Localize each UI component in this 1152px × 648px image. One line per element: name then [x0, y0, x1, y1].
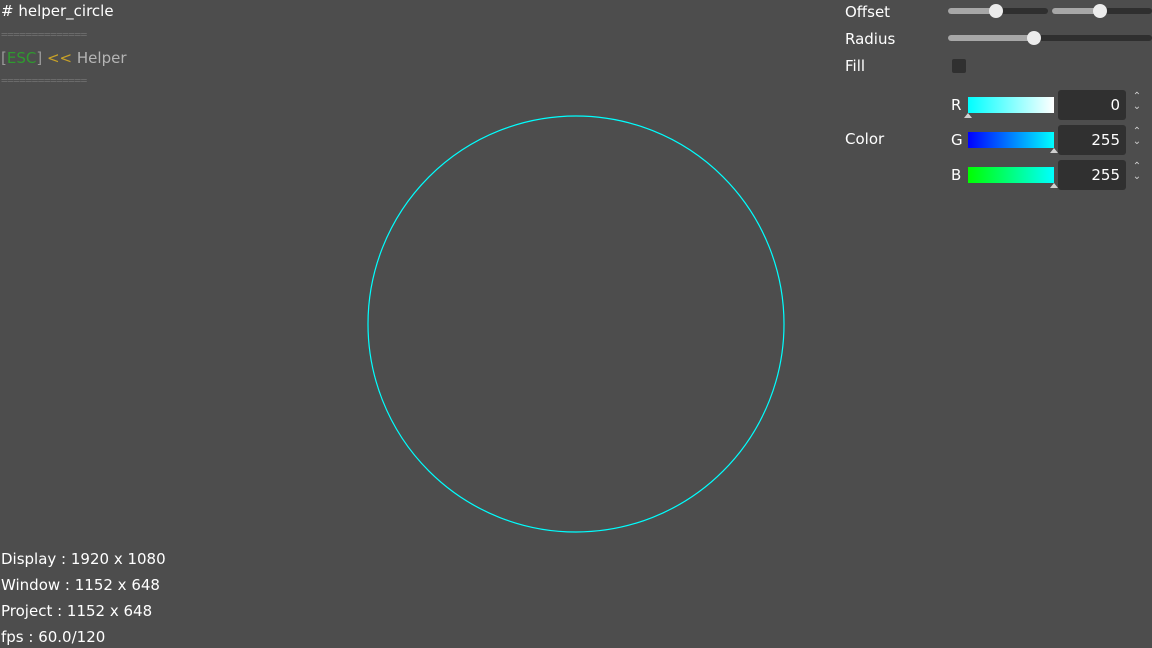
helper-circle — [367, 115, 785, 533]
display-resolution: Display : 1920 x 1080 — [1, 550, 166, 568]
channel-b-spinner[interactable]: ⌃ ⌄ — [1131, 162, 1143, 182]
window-resolution: Window : 1152 x 648 — [1, 576, 160, 594]
esc-key-label: ESC — [6, 49, 37, 67]
back-arrow-icon: << — [46, 49, 73, 67]
nav-close-bracket: ] — [36, 49, 43, 67]
channel-r-spinner[interactable]: ⌃ ⌄ — [1131, 92, 1143, 112]
channel-b-input[interactable]: 255 — [1058, 160, 1126, 190]
channel-g-input[interactable]: 255 — [1058, 125, 1126, 155]
separator-bottom: ============== — [1, 74, 87, 87]
fill-label: Fill — [845, 57, 866, 75]
offset-y-slider[interactable] — [1052, 4, 1152, 18]
project-resolution: Project : 1152 x 648 — [1, 602, 153, 620]
scene-title: # helper_circle — [1, 2, 114, 20]
channel-r-slider[interactable] — [964, 97, 1054, 118]
radius-slider[interactable] — [948, 31, 1152, 45]
offset-y-handle[interactable] — [1093, 4, 1107, 18]
chevron-down-icon[interactable]: ⌄ — [1131, 172, 1143, 182]
back-label: Helper — [76, 49, 127, 67]
chevron-down-icon[interactable]: ⌄ — [1131, 137, 1143, 147]
offset-x-handle[interactable] — [989, 4, 1003, 18]
channel-g-slider[interactable] — [968, 132, 1058, 153]
fps-readout: fps : 60.0/120 — [1, 628, 106, 646]
back-to-helper-link[interactable]: [ESC] << Helper — [1, 49, 127, 67]
channel-r-label: R — [951, 96, 962, 114]
channel-g-marker[interactable] — [1050, 148, 1058, 153]
separator-top: ============== — [1, 28, 87, 41]
channel-r-input[interactable]: 0 — [1058, 90, 1126, 120]
offset-x-slider[interactable] — [948, 4, 1048, 18]
fill-checkbox[interactable] — [952, 59, 966, 73]
channel-b-slider[interactable] — [968, 167, 1058, 188]
channel-r-marker[interactable] — [964, 113, 972, 118]
channel-g-spinner[interactable]: ⌃ ⌄ — [1131, 127, 1143, 147]
color-label: Color — [845, 130, 885, 148]
channel-b-marker[interactable] — [1050, 183, 1058, 188]
channel-g-label: G — [951, 131, 963, 149]
radius-handle[interactable] — [1026, 31, 1041, 45]
chevron-down-icon[interactable]: ⌄ — [1131, 102, 1143, 112]
offset-label: Offset — [845, 3, 891, 21]
radius-label: Radius — [845, 30, 896, 48]
radius-fill — [948, 35, 1034, 41]
channel-b-label: B — [951, 166, 962, 184]
